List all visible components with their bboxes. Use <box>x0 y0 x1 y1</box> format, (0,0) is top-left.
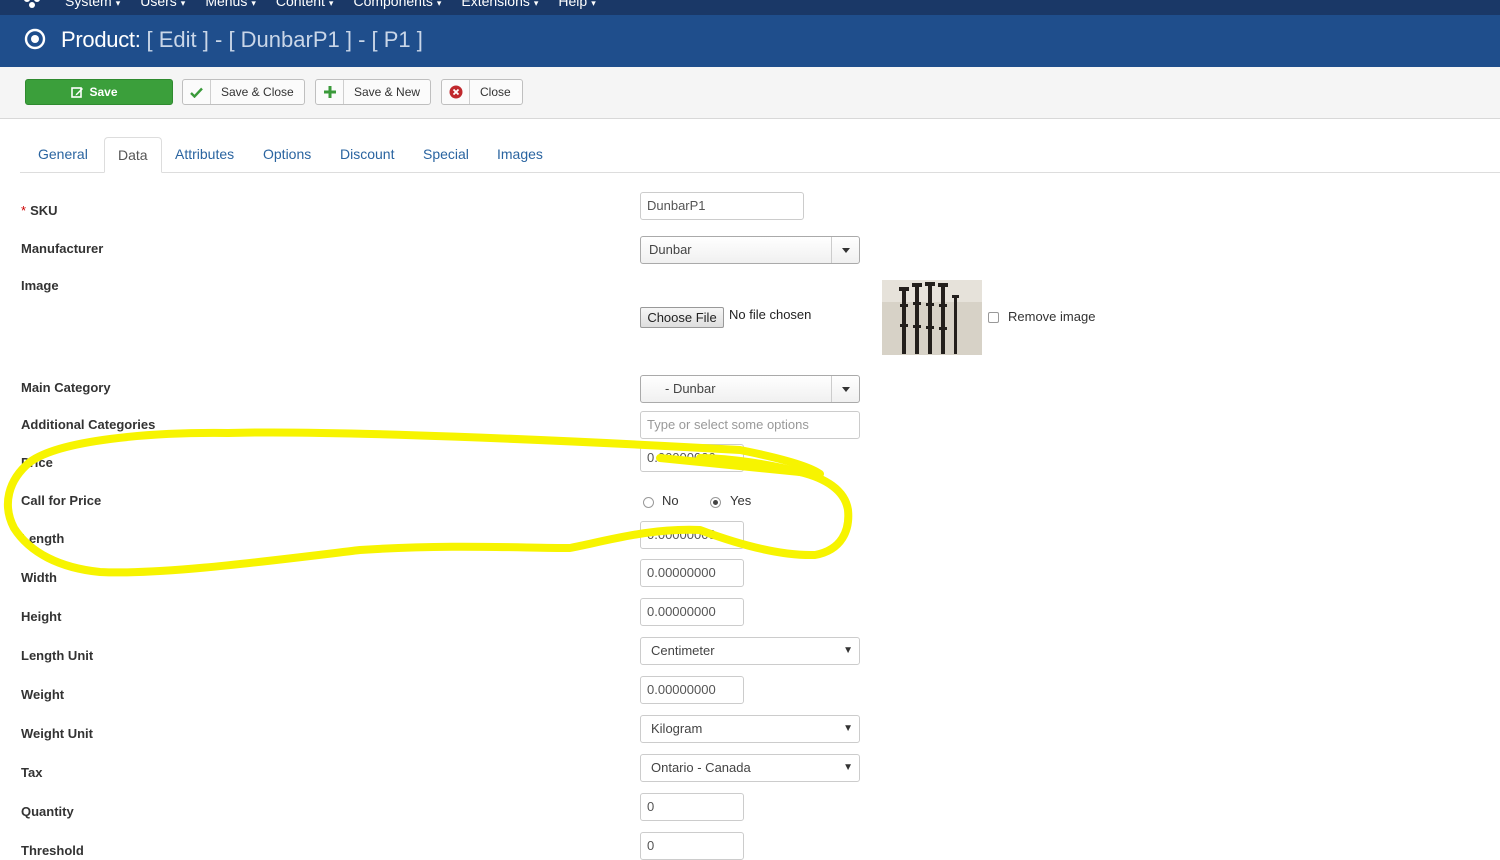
additional-categories-input[interactable]: Type or select some options <box>640 411 860 439</box>
joomla-logo-icon[interactable] <box>22 0 42 10</box>
quantity-label: Quantity <box>21 804 74 819</box>
manufacturer-select[interactable]: Dunbar <box>640 236 860 264</box>
file-status-text: No file chosen <box>729 307 812 322</box>
caret-down-icon: ▼ <box>843 723 853 734</box>
menu-help[interactable]: Help ▾ <box>558 0 595 11</box>
length-unit-select[interactable]: Centimeter ▼ <box>640 637 860 665</box>
save-new-label: Save & New <box>354 85 421 99</box>
cancel-circle-icon <box>442 80 470 104</box>
quantity-input[interactable]: 0 <box>640 793 744 821</box>
top-menu: System ▾ Users ▾ Menus ▾ Content ▾ Component… <box>65 0 596 11</box>
tab-attributes[interactable]: Attributes <box>162 137 247 172</box>
call-for-price-yes-label: Yes <box>730 493 752 508</box>
main-category-value: - Dunbar <box>665 381 716 396</box>
length-input[interactable]: 0.00000000 <box>640 521 744 549</box>
sku-input[interactable]: DunbarP1 <box>640 192 804 220</box>
tab-images[interactable]: Images <box>484 137 556 172</box>
width-label: Width <box>21 570 57 585</box>
checkmark-icon <box>183 80 211 104</box>
call-for-price-yes-radio[interactable] <box>710 497 721 508</box>
threshold-label: Threshold <box>21 843 84 858</box>
edit-icon <box>71 86 84 98</box>
tab-special[interactable]: Special <box>410 137 482 172</box>
length-unit-label: Length Unit <box>21 648 94 663</box>
page-header: Product:[ Edit ] - [ DunbarP1 ] - [ P1 ] <box>0 15 1500 67</box>
toolbar: Save Save & Close Save & New Close <box>0 67 1500 119</box>
menu-components[interactable]: Components ▾ <box>353 0 441 11</box>
price-label: Price <box>21 455 53 470</box>
length-unit-value: Centimeter <box>651 643 715 658</box>
close-label: Close <box>480 85 511 99</box>
close-button[interactable]: Close <box>441 79 523 105</box>
save-close-button[interactable]: Save & Close <box>182 79 305 105</box>
tab-bar: General Data Attributes Options Discount… <box>20 137 1500 173</box>
weight-unit-select[interactable]: Kilogram ▼ <box>640 715 860 743</box>
manufacturer-label: Manufacturer <box>21 241 104 256</box>
sku-label: * SKU <box>21 203 58 218</box>
product-image-thumbnail <box>882 280 982 355</box>
save-close-label: Save & Close <box>221 85 294 99</box>
page-title-prefix: Product: <box>61 27 141 52</box>
weight-unit-value: Kilogram <box>651 721 703 736</box>
choose-file-button[interactable]: Choose File <box>640 307 724 328</box>
plus-icon <box>316 80 344 104</box>
additional-categories-label: Additional Categories <box>21 417 156 432</box>
manufacturer-value: Dunbar <box>649 242 692 257</box>
tax-value: Ontario - Canada <box>651 760 751 775</box>
height-label: Height <box>21 609 62 624</box>
tab-general[interactable]: General <box>25 137 101 172</box>
menu-system[interactable]: System ▾ <box>65 0 120 11</box>
tax-select[interactable]: Ontario - Canada ▼ <box>640 754 860 782</box>
tax-label: Tax <box>21 765 43 780</box>
image-label: Image <box>21 278 59 293</box>
weight-input[interactable]: 0.00000000 <box>640 676 744 704</box>
required-mark: * <box>21 203 27 218</box>
save-button[interactable]: Save <box>25 79 173 105</box>
price-input[interactable]: 0.00000000 <box>640 444 744 472</box>
save-button-label: Save <box>89 85 118 99</box>
weight-label: Weight <box>21 687 65 702</box>
main-category-label: Main Category <box>21 380 111 395</box>
menu-extensions[interactable]: Extensions ▾ <box>461 0 538 11</box>
menu-content[interactable]: Content ▾ <box>276 0 334 11</box>
threshold-input[interactable]: 0 <box>640 832 744 860</box>
caret-down-icon: ▼ <box>843 762 853 773</box>
chevron-down-icon <box>831 237 859 263</box>
top-menu-bar: System ▾ Users ▾ Menus ▾ Content ▾ Component… <box>0 0 1500 15</box>
remove-image-checkbox[interactable] <box>988 312 999 323</box>
target-circle-icon <box>24 28 46 50</box>
length-label: Length <box>21 531 65 546</box>
call-for-price-label: Call for Price <box>21 493 102 508</box>
main-category-select[interactable]: - Dunbar <box>640 375 860 403</box>
weight-unit-label: Weight Unit <box>21 726 93 741</box>
caret-down-icon: ▼ <box>843 645 853 656</box>
tab-options[interactable]: Options <box>250 137 324 172</box>
tab-discount[interactable]: Discount <box>327 137 407 172</box>
tab-data[interactable]: Data <box>104 137 162 173</box>
save-new-button[interactable]: Save & New <box>315 79 431 105</box>
page-title: Product:[ Edit ] - [ DunbarP1 ] - [ P1 ] <box>61 26 423 54</box>
chevron-down-icon <box>831 376 859 402</box>
remove-image-label: Remove image <box>1008 309 1096 324</box>
width-input[interactable]: 0.00000000 <box>640 559 744 587</box>
page-title-detail: [ Edit ] - [ DunbarP1 ] - [ P1 ] <box>146 27 423 52</box>
height-input[interactable]: 0.00000000 <box>640 598 744 626</box>
menu-menus[interactable]: Menus ▾ <box>205 0 256 11</box>
call-for-price-no-radio[interactable] <box>643 497 654 508</box>
call-for-price-no-label: No <box>662 493 679 508</box>
menu-users[interactable]: Users ▾ <box>140 0 185 11</box>
